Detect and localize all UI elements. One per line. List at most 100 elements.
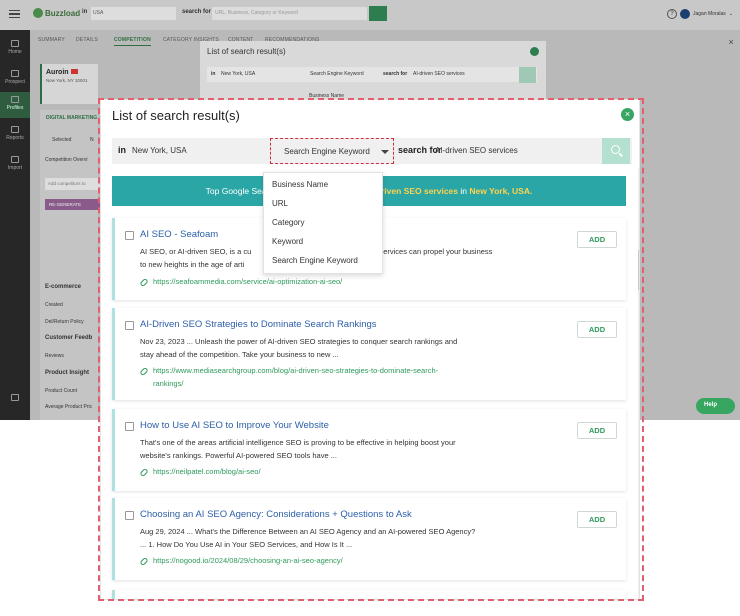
user-area: ? Jagan Moralas ⌄ [667,9,733,19]
profile-card[interactable]: Auroin New York, NY 10001 [40,64,98,104]
tab-summary[interactable]: SUMMARY [38,37,65,43]
top-search-in-label: in [82,9,88,15]
result-url[interactable]: https://nogood.io/2024/08/29/choosing-an… [139,555,520,568]
url-line: rankings/ [153,378,184,388]
small-select[interactable]: Search Engine Keyword [310,71,364,77]
close-icon[interactable]: × [729,37,734,47]
caret-down-icon [381,150,389,154]
result-title[interactable]: AI SEO - Seafoam [140,229,218,240]
small-search-button[interactable] [519,67,536,83]
result-url[interactable]: https://www.mediasearchgroup.com/blog/ai… [139,365,520,390]
nav-profiles[interactable]: Profiles [0,92,30,118]
section-label: DIGITAL MARKETING [46,115,98,121]
result-snippet: Nov 23, 2023 ... Unleash the power of AI… [140,336,538,361]
puzzle-icon [11,394,19,401]
nav-label: Import [7,165,23,171]
dropdown-option-category[interactable]: Category [272,218,304,227]
competition-label: Competition Overvi [45,157,88,163]
search-icon [611,145,620,154]
avatar[interactable] [680,9,690,19]
dialog-title: List of search result(s) [112,108,240,123]
avg-product-price-label: Average Product Pric [45,404,93,410]
top-location-input[interactable]: USA [91,7,176,20]
dialog-search-row: in New York, USA Search Engine Keyword s… [112,138,632,164]
result-title[interactable]: AI-Driven SEO Strategies to Dominate Sea… [140,319,377,330]
product-insight-heading: Product Insight [45,370,89,376]
profile-icon [11,96,19,103]
snippet-line: ... 1. How Do You Use AI in Your SEO Ser… [140,539,353,549]
result-title[interactable]: Choosing an AI SEO Agency: Consideration… [140,509,412,520]
help-button[interactable]: Help [696,398,735,414]
search-type-select[interactable]: Search Engine Keyword [270,138,394,164]
in-label: in [118,145,126,155]
help-label: Help [704,402,718,408]
url-line: https://nogood.io/2024/08/29/choosing-an… [153,556,343,565]
del-return-label: Del/Return Policy [45,319,84,325]
small-dialog-close-icon[interactable] [530,47,539,56]
snippet-part: AI SEO, or AI-driven SEO, is a cu [140,247,252,256]
scrollbar-track[interactable] [638,168,639,599]
add-button[interactable]: ADD [577,511,617,528]
nav-label: Profiles [6,105,24,111]
nav-reports[interactable]: Reports [0,122,30,148]
top-search-for-label: search for [182,9,212,15]
snippet-line: to new heights in the age of arti [140,259,245,269]
close-icon[interactable]: × [621,108,634,121]
status-not[interactable]: N [90,137,94,143]
status-selected[interactable]: Selected [52,137,71,143]
search-button[interactable] [602,138,630,164]
home-icon [11,40,19,47]
dropdown-option-search-engine-keyword[interactable]: Search Engine Keyword [272,256,358,265]
banner-location: New York, USA. [469,186,533,196]
chevron-down-icon[interactable]: ⌄ [729,11,733,17]
add-competitor-field[interactable]: Add competitors to [45,178,101,190]
scrollbar-thumb[interactable] [638,250,639,290]
results-list: AI SEO - Seafoam AI SEO, or AI-driven SE… [112,218,626,599]
snippet-line: That's one of the areas artificial intel… [140,438,456,447]
result-checkbox[interactable] [125,231,134,240]
result-card: How to Use AI SEO to Improve Your Websit… [112,409,626,491]
profile-name: Auroin [46,69,69,76]
app-logo[interactable]: Buzzload [33,8,80,18]
small-location[interactable]: New York, USA [221,71,255,77]
screen: Buzzload in USA search for URL, Business… [0,0,740,616]
help-circle-icon[interactable]: ? [667,9,677,19]
result-url[interactable]: https://seafoammedia.com/service/ai-opti… [139,276,520,289]
logo-mark-icon [33,8,43,18]
nav-integrations[interactable] [0,390,30,416]
small-dialog-title: List of search result(s) [207,47,286,56]
select-value: Search Engine Keyword [284,147,370,156]
created-label: Created [45,302,63,308]
small-search-dialog: List of search result(s) in New York, US… [200,41,546,101]
add-button[interactable]: ADD [577,422,617,439]
nav-label: Prospect [5,79,25,85]
result-url[interactable]: https://neilpatel.com/blog/ai-seo/ [139,466,520,479]
result-title[interactable]: How to Use AI SEO to Improve Your Websit… [140,420,329,431]
link-icon [139,556,149,566]
dropdown-option-keyword[interactable]: Keyword [272,237,303,246]
add-button[interactable]: ADD [577,321,617,338]
result-checkbox[interactable] [125,511,134,520]
dropdown-option-business-name[interactable]: Business Name [272,180,328,189]
result-checkbox[interactable] [125,422,134,431]
result-checkbox[interactable] [125,321,134,330]
nav-home[interactable]: Home [0,36,30,62]
regenerate-button[interactable]: RE-GENERATE [45,199,101,210]
hamburger-menu-icon[interactable] [9,10,20,18]
small-term[interactable]: AI-driven SEO services [413,71,465,77]
dropdown-option-url[interactable]: URL [272,199,288,208]
nav-prospect[interactable]: Prospect [0,66,30,92]
location-input[interactable]: New York, USA [132,146,187,155]
add-button[interactable]: ADD [577,231,617,248]
customer-feedback-heading: Customer Feedb [45,335,93,341]
small-search-for-label: search for [383,71,408,77]
search-term-input[interactable]: AI-driven SEO services [435,146,518,155]
nav-import[interactable]: Import [0,152,30,178]
tab-competition[interactable]: COMPETITION [114,37,151,46]
status-badge [70,69,78,74]
snippet-line: stay ahead of the competition. Take your… [140,349,339,359]
top-search-input[interactable]: URL, Business, Category or Keyword [212,7,367,20]
tab-details[interactable]: DETAILS [76,37,98,43]
user-name[interactable]: Jagan Moralas [693,11,726,17]
top-search-button[interactable] [369,6,387,21]
